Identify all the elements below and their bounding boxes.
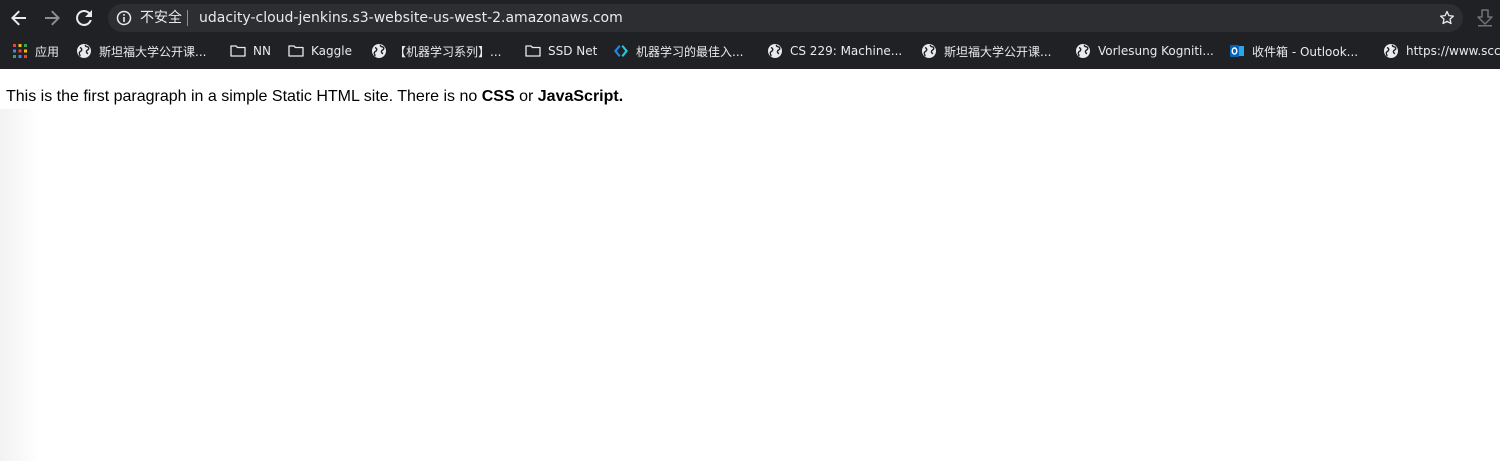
brand-diamond-icon — [614, 45, 628, 57]
globe-icon — [372, 44, 386, 58]
bookmark-stanford-2[interactable]: 斯坦福大学公开课... — [921, 41, 1051, 61]
folder-icon — [288, 45, 304, 57]
omnibox-divider — [187, 10, 188, 26]
globe-icon — [922, 44, 936, 58]
bookmark-label: 斯坦福大学公开课... — [944, 44, 1052, 59]
browser-chrome: 不安全 udacity-cloud-jenkins.s3-website-us-… — [0, 0, 1500, 69]
bold-css: CSS — [481, 88, 515, 105]
bookmark-label: Vorlesung Kogniti... — [1098, 44, 1214, 58]
bookmark-vorlesung[interactable]: Vorlesung Kogniti... — [1075, 41, 1214, 61]
forward-button[interactable] — [40, 6, 64, 30]
address-bar[interactable]: 不安全 udacity-cloud-jenkins.s3-website-us-… — [108, 4, 1463, 32]
bookmark-label: SSD Net — [548, 44, 598, 58]
arrow-left-icon — [11, 10, 26, 26]
first-paragraph: This is the first paragraph in a simple … — [6, 87, 623, 107]
bookmark-label: 收件箱 - Outlook... — [1252, 44, 1359, 59]
left-edge-shadow — [0, 109, 40, 461]
bookmark-label: 应用 — [35, 44, 60, 59]
bookmark-stanford-1[interactable]: 斯坦福大学公开课... — [76, 41, 206, 61]
globe-icon — [1076, 44, 1090, 58]
bookmark-label: CS 229: Machine... — [790, 44, 903, 58]
bookmark-apps[interactable]: 应用 — [12, 41, 59, 61]
bookmark-cs229[interactable]: CS 229: Machine... — [767, 41, 902, 61]
arrow-right-icon — [45, 10, 60, 26]
globe-icon — [1384, 44, 1398, 58]
bold-javascript: JavaScript. — [537, 88, 624, 105]
bookmark-ml-best-intro[interactable]: 机器学习的最佳入... — [613, 41, 743, 61]
apps-grid-icon — [13, 44, 27, 58]
reload-button[interactable] — [72, 6, 96, 30]
bookmark-label: 机器学习的最佳入... — [636, 44, 744, 59]
globe-icon — [77, 44, 91, 58]
outlook-icon — [1230, 45, 1244, 57]
bookmark-https-scc[interactable]: https://www.scc — [1383, 41, 1500, 61]
star-icon[interactable] — [1439, 10, 1455, 26]
back-button[interactable] — [7, 6, 31, 30]
bookmark-label: 斯坦福大学公开课... — [99, 44, 207, 59]
bookmark-outlook[interactable]: 收件箱 - Outlook... — [1229, 41, 1358, 61]
reload-icon — [76, 9, 92, 26]
paragraph-text: This is the first paragraph in a simple … — [6, 88, 482, 105]
bookmark-ml-series[interactable]: 【机器学习系列】... — [371, 41, 501, 61]
bookmark-label: NN — [253, 44, 271, 58]
security-status-label[interactable]: 不安全 — [140, 10, 182, 26]
bookmarks-bar: 应用 斯坦福大学公开课... NN Kaggle 【机器学习系列】... SSD… — [0, 35, 1500, 69]
bookmark-folder-kaggle[interactable]: Kaggle — [288, 41, 352, 61]
bookmark-label: Kaggle — [311, 44, 352, 58]
page-content: This is the first paragraph in a simple … — [0, 69, 1500, 461]
bookmark-folder-nn[interactable]: NN — [230, 41, 271, 61]
browser-toolbar: 不安全 udacity-cloud-jenkins.s3-website-us-… — [0, 0, 1500, 35]
paragraph-text-mid: or — [514, 88, 538, 105]
bookmark-label: https://www.scc — [1406, 44, 1500, 58]
folder-icon — [525, 45, 541, 57]
url-text[interactable]: udacity-cloud-jenkins.s3-website-us-west… — [199, 10, 623, 26]
bookmark-folder-ssd-net[interactable]: SSD Net — [525, 41, 597, 61]
bookmark-label: 【机器学习系列】... — [394, 44, 502, 59]
info-circle-icon[interactable] — [116, 10, 132, 26]
download-icon[interactable] — [1475, 8, 1495, 28]
globe-icon — [768, 44, 782, 58]
folder-icon — [230, 45, 246, 57]
